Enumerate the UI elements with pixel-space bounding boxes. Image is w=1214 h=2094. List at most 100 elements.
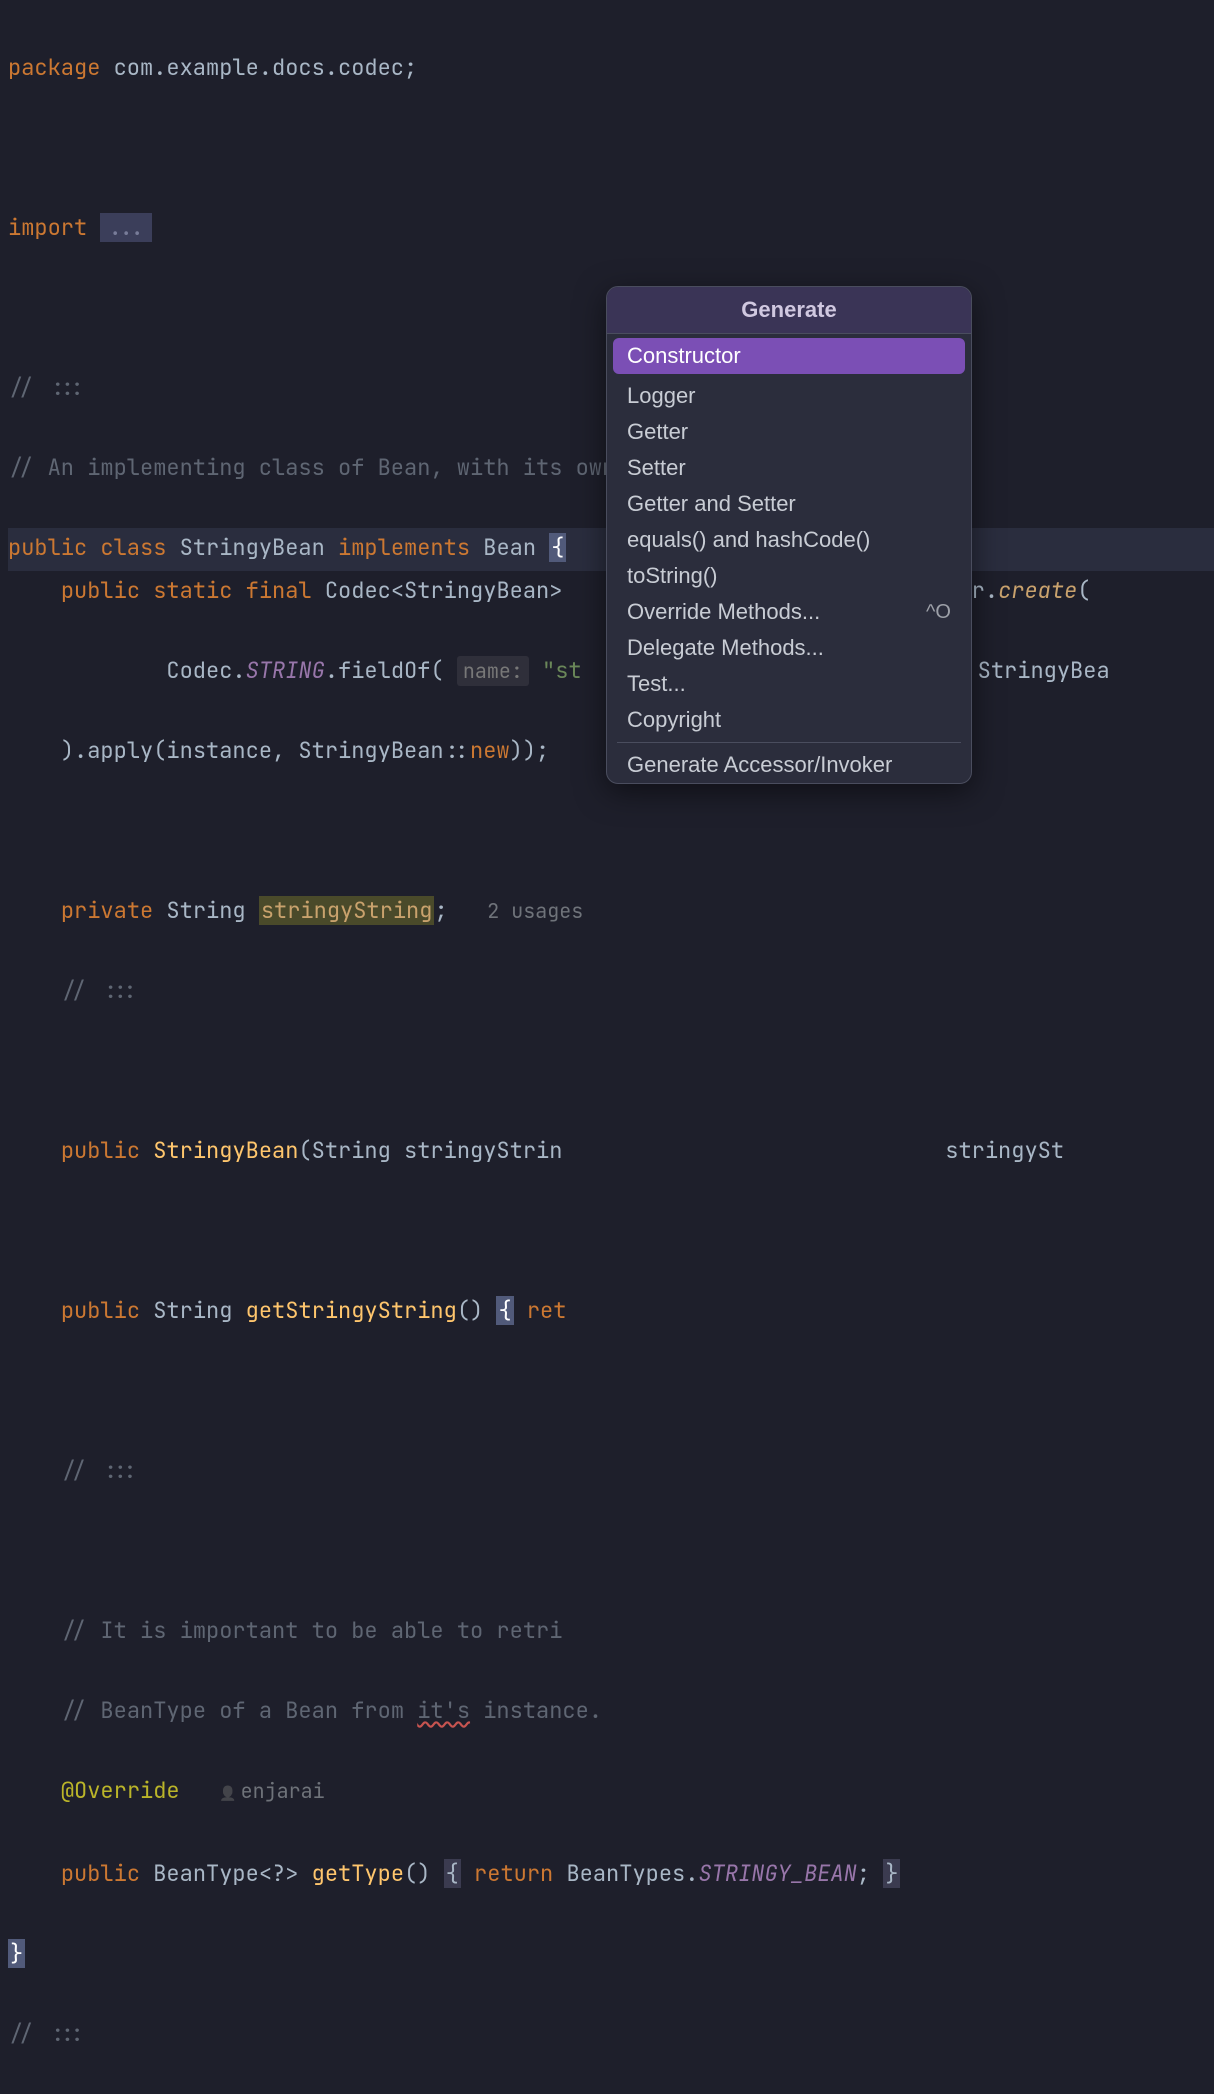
popup-item-label: Logger: [627, 383, 696, 409]
comment-line: // It is important to be able to retri: [8, 1611, 1214, 1651]
text: ).apply(instance, StringyBean::: [61, 736, 470, 765]
text: ));: [510, 736, 550, 765]
params: (String stringyStrin: [298, 1136, 562, 1165]
popup-item-accessor[interactable]: Generate Accessor/Invoker: [607, 747, 971, 783]
popup-title: Generate: [607, 287, 971, 334]
method-create: create: [998, 576, 1077, 605]
keyword-class: class: [100, 533, 166, 562]
line-gettype: public BeanType<?> getType() { return Be…: [8, 1854, 1214, 1894]
popup-shortcut: ^O: [926, 601, 951, 624]
popup-item[interactable]: Getter and Setter: [607, 486, 971, 522]
keyword-final: final: [246, 576, 312, 605]
brace: {: [444, 1859, 461, 1888]
line-override: @Override enjarai: [8, 1771, 1214, 1814]
field-name: stringyString: [259, 896, 435, 925]
type-string: String: [166, 896, 245, 925]
popup-item-label: equals() and hashCode(): [627, 527, 870, 553]
class-ref: BeanTypes.: [566, 1859, 698, 1888]
keyword-public: public: [8, 533, 87, 562]
usage-hint[interactable]: 2 usages: [487, 898, 583, 924]
popup-separator: [617, 742, 961, 743]
blank-line: [8, 1211, 1214, 1251]
comment-line: // BeanType of a Bean from it's instance…: [8, 1691, 1214, 1731]
keyword-return: ret: [527, 1296, 567, 1325]
comment-line: // :::: [8, 1451, 1214, 1491]
package-path: com.example.docs.codec;: [100, 53, 417, 82]
blank-line: [8, 811, 1214, 851]
popup-item-label: Constructor: [627, 343, 741, 369]
popup-item[interactable]: Getter: [607, 414, 971, 450]
method-name: getStringyString: [246, 1296, 457, 1325]
paren: (: [1077, 576, 1090, 605]
keyword-public: public: [61, 1296, 140, 1325]
keyword-implements: implements: [338, 533, 470, 562]
type-string: String: [153, 1296, 232, 1325]
brace: {: [496, 1296, 513, 1325]
keyword-import: import: [8, 213, 87, 242]
popup-item[interactable]: toString(): [607, 558, 971, 594]
keyword-public: public: [61, 1859, 140, 1888]
method-name: getType: [312, 1859, 404, 1888]
blank-line: [8, 1531, 1214, 1571]
type-codec: Codec<StringyBean>: [325, 576, 563, 605]
paren: (): [457, 1296, 483, 1325]
method-fieldof: .fieldOf(: [325, 656, 444, 685]
popup-item[interactable]: Test...: [607, 666, 971, 702]
semicolon: ;: [857, 1859, 870, 1888]
text: StringyBea: [978, 656, 1110, 685]
popup-item-label: toString(): [627, 563, 717, 589]
blank-line: [8, 1051, 1214, 1091]
popup-items: Constructor Logger Getter Setter Getter and …: [607, 338, 971, 738]
popup-item[interactable]: Copyright: [607, 702, 971, 738]
blank-line: [8, 1371, 1214, 1411]
blank-line: [8, 128, 1214, 168]
author-hint[interactable]: enjarai: [219, 1778, 324, 1804]
annotation: @Override: [61, 1776, 180, 1805]
constructor-name: StringyBean: [153, 1136, 298, 1165]
popup-item[interactable]: Logger: [607, 378, 971, 414]
popup-item[interactable]: equals() and hashCode(): [607, 522, 971, 558]
popup-item-label: Copyright: [627, 707, 721, 733]
line-getter: public String getStringyString() { ret: [8, 1291, 1214, 1331]
semicolon: ;: [434, 896, 447, 925]
line-package: package com.example.docs.codec;: [8, 48, 1214, 88]
param-hint: name:: [457, 656, 529, 686]
brace: }: [8, 1939, 25, 1968]
brace: {: [549, 533, 566, 562]
const-string: STRING: [246, 656, 325, 685]
comment-line: // :::: [8, 971, 1214, 1011]
keyword-private: private: [61, 896, 153, 925]
keyword-public: public: [61, 576, 140, 605]
user-icon: [219, 1778, 240, 1804]
brace: }: [883, 1859, 900, 1888]
popup-item-label: Override Methods...: [627, 599, 820, 625]
string-literal: "st: [542, 656, 582, 685]
typo-underline: it's: [417, 1696, 470, 1725]
popup-item[interactable]: Delegate Methods...: [607, 630, 971, 666]
popup-item[interactable]: Setter: [607, 450, 971, 486]
popup-item-label: Delegate Methods...: [627, 635, 824, 661]
line-close-brace: }: [8, 1934, 1214, 1974]
comment-line: // :::: [8, 2014, 1214, 2054]
text: stringySt: [945, 1136, 1064, 1165]
popup-item-label: Test...: [627, 671, 686, 697]
popup-item[interactable]: Constructor: [613, 338, 965, 374]
keyword-return: return: [474, 1859, 553, 1888]
line-import: import ...: [8, 208, 1214, 248]
line-ctor: public StringyBean(String stringyStrin s…: [8, 1131, 1214, 1171]
popup-item-label: Setter: [627, 455, 686, 481]
keyword-public: public: [61, 1136, 140, 1165]
type-beantype: BeanType<?>: [153, 1859, 298, 1888]
keyword-new: new: [470, 736, 510, 765]
const: STRINGY_BEAN: [698, 1859, 856, 1888]
generate-popup: Generate Constructor Logger Getter Setter Ge…: [606, 286, 972, 784]
line-field: private String stringyString; 2 usages: [8, 891, 1214, 931]
fold-marker[interactable]: ...: [100, 213, 152, 242]
paren: (): [404, 1859, 430, 1888]
popup-item-label: Getter and Setter: [627, 491, 796, 517]
interface-name: Bean: [483, 533, 536, 562]
keyword-static: static: [153, 576, 232, 605]
keyword-package: package: [8, 53, 100, 82]
popup-item[interactable]: Override Methods... ^O: [607, 594, 971, 630]
popup-item-label: Getter: [627, 419, 688, 445]
